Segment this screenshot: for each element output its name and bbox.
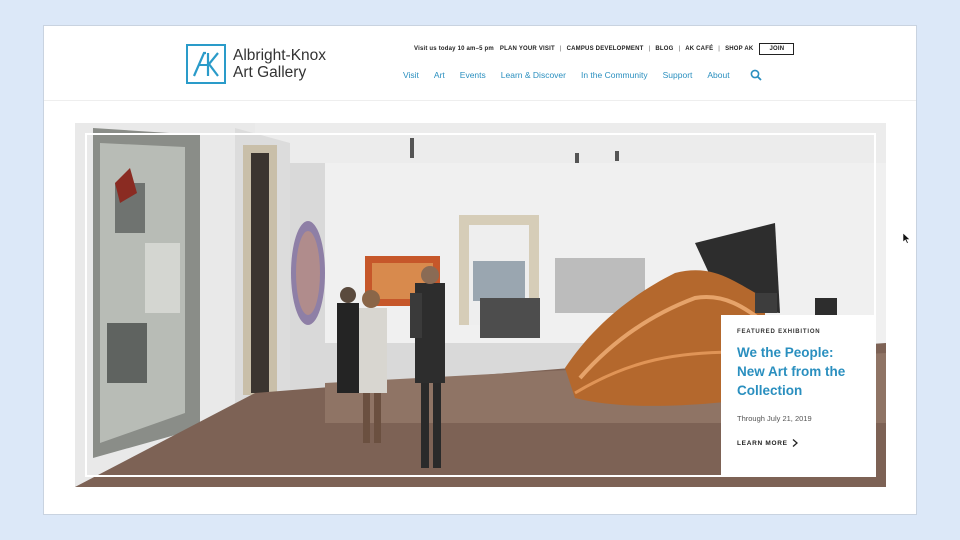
browser-window: Albright-Knox Art Gallery Visit us today… <box>43 25 917 515</box>
exhibition-dates: Through July 21, 2019 <box>737 414 812 423</box>
featured-exhibition-card[interactable]: FEATURED EXHIBITION We the People: New A… <box>721 315 876 477</box>
main-nav: Visit Art Events Learn & Discover In the… <box>403 69 762 81</box>
learn-more-link[interactable]: LEARN MORE <box>737 439 860 447</box>
utility-link-ak-cafe[interactable]: AK CAFÉ <box>685 46 713 52</box>
nav-item-in-the-community[interactable]: In the Community <box>581 70 648 80</box>
nav-item-events[interactable]: Events <box>460 70 486 80</box>
utility-link-shop-ak[interactable]: SHOP AK <box>725 46 753 52</box>
hours-text: Visit us today 10 am–5 pm <box>414 46 494 52</box>
divider: | <box>648 46 651 52</box>
site-header: Albright-Knox Art Gallery Visit us today… <box>44 26 916 101</box>
hero-image[interactable]: FEATURED EXHIBITION We the People: New A… <box>75 123 886 487</box>
divider: | <box>718 46 721 52</box>
logo-line-1: Albright-Knox <box>233 47 327 64</box>
chevron-right-icon <box>792 439 798 447</box>
ak-logo-icon <box>186 44 226 84</box>
site-logo[interactable]: Albright-Knox Art Gallery <box>186 44 326 84</box>
divider: | <box>678 46 681 52</box>
utility-link-campus-development[interactable]: CAMPUS DEVELOPMENT <box>567 46 644 52</box>
learn-more-label: LEARN MORE <box>737 439 788 447</box>
mouse-cursor-icon <box>903 233 911 244</box>
exhibition-title[interactable]: We the People: New Art from the Collecti… <box>737 343 860 400</box>
nav-item-visit[interactable]: Visit <box>403 70 419 80</box>
nav-item-support[interactable]: Support <box>663 70 693 80</box>
logo-wordmark: Albright-Knox Art Gallery <box>233 47 326 81</box>
logo-line-2: Art Gallery <box>233 64 307 81</box>
utility-link-plan-your-visit[interactable]: PLAN YOUR VISIT <box>500 46 555 52</box>
utility-nav: Visit us today 10 am–5 pm PLAN YOUR VISI… <box>414 43 795 55</box>
join-button[interactable]: JOIN <box>759 43 795 55</box>
divider: | <box>559 46 562 52</box>
nav-item-learn-discover[interactable]: Learn & Discover <box>501 70 566 80</box>
card-eyebrow: FEATURED EXHIBITION <box>737 329 821 335</box>
search-icon[interactable] <box>750 69 762 81</box>
nav-item-art[interactable]: Art <box>434 70 445 80</box>
nav-item-about[interactable]: About <box>707 70 729 80</box>
utility-link-blog[interactable]: BLOG <box>655 46 673 52</box>
